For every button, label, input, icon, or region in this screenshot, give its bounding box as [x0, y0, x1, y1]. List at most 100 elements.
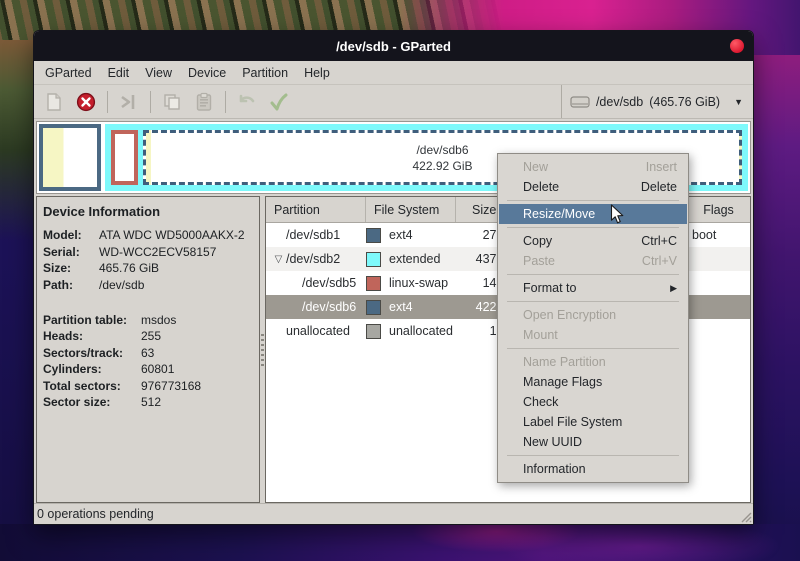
copy-icon — [164, 93, 180, 110]
menu-item-label: Open Encryption — [523, 308, 617, 322]
menu-item-label: New — [523, 160, 549, 174]
menu-item-label: Manage Flags — [523, 375, 603, 389]
apply-check-icon — [270, 93, 288, 110]
partition-size: 14. — [482, 276, 500, 290]
field-value: /dev/sdb — [99, 277, 145, 292]
device-info-row: Sector size: 512 — [43, 395, 253, 409]
new-partition-button[interactable] — [40, 88, 68, 116]
menu-item-label-file-system[interactable]: Label File System — [499, 412, 687, 432]
delete-icon — [76, 92, 96, 111]
chevron-down-icon: ▼ — [734, 96, 743, 107]
toolbar-separator — [560, 85, 562, 118]
menu-item-label: Name Partition — [523, 355, 606, 369]
device-info-row: Model: ATA WDC WD5000AAKX-2 — [43, 228, 253, 242]
filesystem-name: ext4 — [389, 228, 413, 242]
menu-item-accel: Ctrl+V — [641, 254, 677, 268]
menu-separator — [507, 227, 679, 228]
menu-item-label: Information — [523, 462, 586, 476]
resize-move-button[interactable] — [115, 88, 143, 116]
menu-help[interactable]: Help — [297, 64, 337, 82]
menu-item-label: New UUID — [523, 435, 583, 449]
menu-separator — [507, 455, 679, 456]
menu-item-format-to[interactable]: Format to ▶ — [499, 278, 687, 298]
device-selector-size: (465.76 GiB) — [649, 94, 721, 109]
field-label: Cylinders: — [43, 362, 102, 376]
expander-open-icon[interactable]: ▽ — [271, 254, 286, 265]
mouse-cursor — [610, 204, 624, 224]
partition-name: /dev/sdb1 — [286, 228, 341, 242]
desktop-artwork-bottom — [0, 524, 800, 561]
filesystem-name: extended — [389, 252, 441, 266]
menubar: GParted Edit View Device Partition Help — [34, 61, 753, 85]
paste-icon — [196, 92, 212, 111]
copy-button[interactable] — [158, 88, 186, 116]
disk-segment-sdb1[interactable] — [39, 124, 101, 191]
menu-item-label: Check — [523, 395, 559, 409]
panel-resize-handle[interactable] — [260, 196, 265, 503]
toolbar-separator — [150, 90, 151, 113]
menu-item-new-uuid[interactable]: New UUID — [499, 432, 687, 452]
filesystem-name: linux-swap — [389, 276, 449, 290]
menu-separator — [507, 348, 679, 349]
disk-segment-sdb5[interactable] — [111, 130, 138, 185]
menu-device[interactable]: Device — [181, 64, 233, 82]
menu-item-check[interactable]: Check — [499, 392, 687, 412]
menu-item-manage-flags[interactable]: Manage Flags — [499, 372, 687, 392]
menu-item-accel: Delete — [640, 180, 677, 194]
toolbar-separator — [225, 90, 226, 113]
field-label: Partition table: — [43, 312, 128, 327]
resize-grip-icon[interactable] — [738, 509, 752, 523]
device-info-panel: Device Information Model: ATA WDC WD5000… — [36, 196, 260, 503]
partition-flags: boot — [692, 228, 717, 242]
column-header-flags[interactable]: Flags — [686, 197, 750, 222]
undo-button[interactable] — [233, 88, 261, 116]
device-info-spacer — [43, 294, 253, 310]
filesystem-color-swatch — [366, 323, 381, 339]
menu-item-resize-move[interactable]: Resize/Move — [499, 204, 687, 224]
menu-item-information[interactable]: Information — [499, 459, 687, 479]
field-label: Sectors/track: — [43, 345, 124, 360]
menu-item-label: Format to — [523, 281, 577, 295]
device-info-row: Total sectors: 976773168 — [43, 379, 253, 393]
delete-partition-button[interactable] — [72, 88, 100, 116]
filesystem-color-swatch — [366, 299, 381, 315]
device-info-row: Heads: 255 — [43, 329, 253, 343]
menu-item-delete[interactable]: Delete Delete — [499, 177, 687, 197]
menu-separator — [507, 274, 679, 275]
paste-button[interactable] — [190, 88, 218, 116]
menu-separator — [507, 200, 679, 201]
device-info-row: Cylinders: 60801 — [43, 362, 253, 376]
filesystem-color-swatch — [366, 251, 381, 267]
device-info-row: Sectors/track: 63 — [43, 346, 253, 360]
menu-gparted[interactable]: GParted — [38, 64, 99, 82]
column-header-file-system[interactable]: File System — [366, 197, 456, 222]
menu-item-accel: Ctrl+C — [641, 234, 677, 248]
menu-item-accel: Insert — [645, 160, 677, 174]
close-button[interactable] — [730, 39, 744, 53]
apply-button[interactable] — [265, 88, 293, 116]
device-selector-path: /dev/sdb — [595, 94, 644, 109]
partition-name: /dev/sdb2 — [286, 252, 341, 266]
menu-item-open-encryption: Open Encryption — [499, 305, 687, 325]
partition-size: 437. — [475, 252, 500, 266]
device-info-row: Partition table: msdos — [43, 313, 253, 327]
menu-item-label: Copy — [523, 234, 553, 248]
device-selector[interactable]: /dev/sdb (465.76 GiB) ▼ — [570, 95, 749, 109]
selected-partition-label: /dev/sdb6 — [416, 142, 469, 157]
status-text: 0 operations pending — [37, 507, 154, 521]
partition-name: /dev/sdb6 — [302, 300, 357, 314]
desktop-artwork-right — [753, 55, 800, 561]
menu-edit[interactable]: Edit — [101, 64, 137, 82]
selected-partition-size: 422.92 GiB — [412, 158, 473, 173]
menu-view[interactable]: View — [138, 64, 179, 82]
menu-item-label: Paste — [523, 254, 555, 268]
menu-item-copy[interactable]: Copy Ctrl+C — [499, 231, 687, 251]
menu-partition[interactable]: Partition — [235, 64, 295, 82]
column-header-partition[interactable]: Partition — [266, 197, 366, 222]
field-value: 976773168 — [141, 378, 202, 393]
toolbar-separator — [107, 90, 108, 113]
filesystem-name: ext4 — [389, 300, 413, 314]
titlebar[interactable]: /dev/sdb - GParted — [34, 31, 753, 61]
field-value: msdos — [141, 312, 177, 327]
partition-size: 27. — [482, 228, 500, 242]
